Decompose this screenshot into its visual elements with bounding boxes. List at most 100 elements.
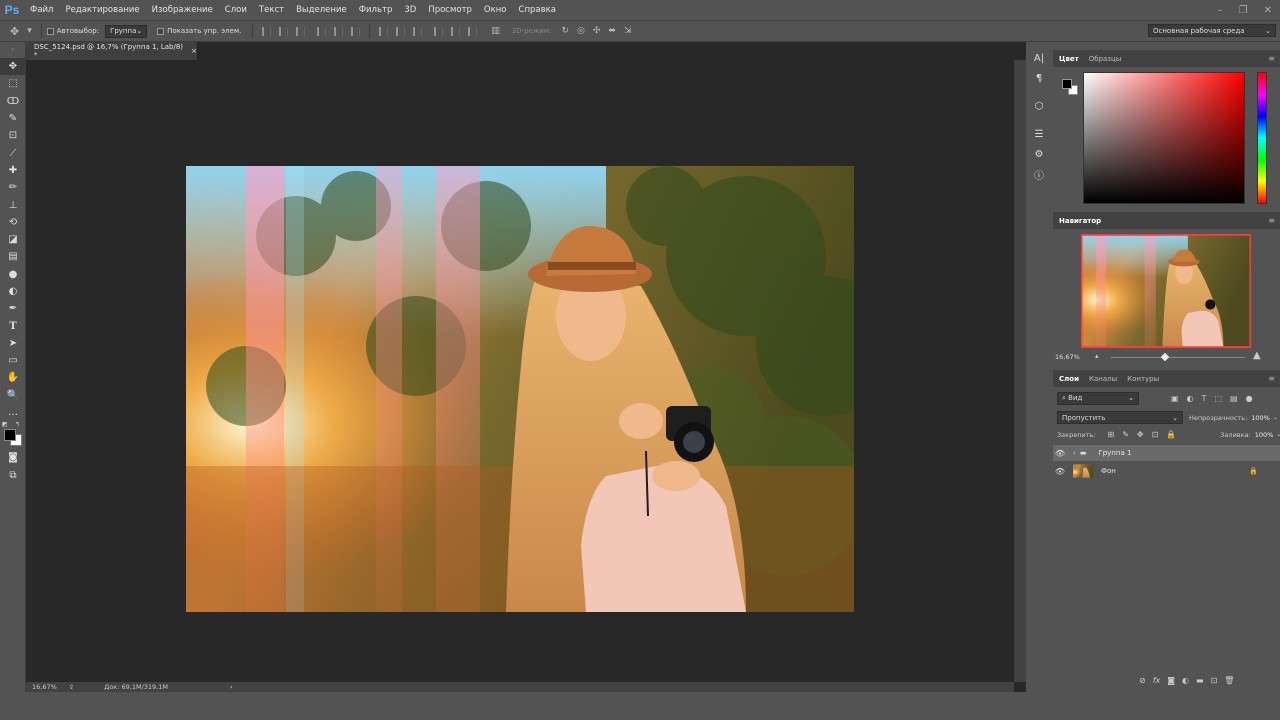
dodge-icon[interactable]: ◐ — [0, 283, 26, 300]
slide-3d-icon[interactable]: ⬌ — [608, 26, 616, 36]
tab-color[interactable]: Цвет — [1059, 55, 1079, 63]
zoom-slider-handle[interactable] — [1160, 352, 1169, 362]
minimize-button[interactable]: – — [1218, 5, 1223, 16]
color-picker-field[interactable] — [1083, 72, 1245, 204]
properties-panel-icon[interactable]: ⚙ — [1027, 144, 1051, 164]
blur-icon[interactable]: ● — [0, 266, 26, 283]
close-button[interactable]: ✕ — [1264, 5, 1272, 16]
scale-3d-icon[interactable]: ⇲ — [624, 26, 632, 36]
crop-icon[interactable]: ⊡ — [0, 127, 26, 144]
visibility-eye-icon[interactable]: 👁 — [1053, 467, 1067, 476]
add-mask-icon[interactable]: ◙ — [1167, 676, 1175, 685]
close-tab-button[interactable]: × — [191, 47, 197, 55]
3d-panel-icon[interactable]: ⬡ — [1027, 96, 1051, 116]
brush-icon[interactable]: ✏ — [0, 179, 26, 196]
menu-type[interactable]: Текст — [253, 0, 290, 20]
marquee-icon[interactable]: ⬚ — [0, 75, 26, 92]
document-photo[interactable] — [186, 166, 854, 612]
tab-paths[interactable]: Контуры — [1127, 375, 1159, 383]
fg-color-chip[interactable] — [1062, 79, 1072, 89]
screen-mode-icon[interactable]: ⧉ — [0, 467, 26, 484]
blend-mode-select[interactable]: Пропустить ⌄ — [1057, 411, 1183, 424]
path-select-icon[interactable]: ➤ — [0, 335, 26, 352]
tab-channels[interactable]: Каналы — [1089, 375, 1117, 383]
align-left-icon[interactable] — [317, 26, 327, 36]
menu-window[interactable]: Окно — [478, 0, 513, 20]
drag-3d-icon[interactable]: ✣ — [593, 26, 601, 36]
zoom-out-icon[interactable]: ▴ — [1095, 352, 1099, 360]
history-brush-icon[interactable]: ⟲ — [0, 214, 26, 231]
menu-image[interactable]: Изображение — [146, 0, 219, 20]
lock-transparency-icon[interactable]: ⊞ — [1107, 430, 1114, 439]
workspace-select[interactable]: Основная рабочая среда ⌄ — [1148, 24, 1276, 37]
autoselect-select[interactable]: Группа ⌄ — [105, 24, 148, 38]
align-right-icon[interactable] — [351, 26, 361, 36]
zoom-in-icon[interactable]: ▲ — [1253, 350, 1261, 361]
rectangle-icon[interactable]: ▭ — [0, 352, 26, 369]
move-tool-icon[interactable]: ✥ — [10, 25, 19, 38]
lasso-icon[interactable]: ↀ — [0, 93, 26, 110]
autoselect-option[interactable]: Автовыбор: — [46, 27, 99, 35]
navigator-thumbnail[interactable] — [1081, 234, 1251, 348]
gradient-icon[interactable]: ▤ — [0, 248, 26, 265]
navigator-zoom-value[interactable]: 16,67% — [1055, 353, 1080, 361]
menu-select[interactable]: Выделение — [290, 0, 353, 20]
panel-menu-icon[interactable]: ≡ — [1268, 374, 1275, 383]
lock-image-icon[interactable]: ✎ — [1122, 430, 1129, 439]
menu-view[interactable]: Просмотр — [422, 0, 478, 20]
navigator-zoom-slider[interactable] — [1111, 352, 1245, 362]
more-icon[interactable]: … — [0, 404, 26, 421]
filter-shape-icon[interactable]: ⬚ — [1214, 394, 1222, 403]
tool-preset-dropdown-icon[interactable]: ▾ — [27, 26, 32, 36]
distribute-left-icon[interactable] — [434, 26, 444, 36]
lock-all-icon[interactable]: 🔒 — [1166, 430, 1176, 439]
layer-row-group[interactable]: 👁 › ▬ Группа 1 — [1053, 445, 1280, 461]
visibility-eye-icon[interactable]: 👁 — [1053, 449, 1067, 458]
default-colors-icon[interactable]: ◩ — [2, 421, 8, 428]
roll-3d-icon[interactable]: ◎ — [577, 26, 585, 36]
opacity-value[interactable]: 100% — [1251, 414, 1270, 422]
new-layer-icon[interactable]: ⊡ — [1211, 676, 1218, 685]
panel-menu-icon[interactable]: ≡ — [1268, 54, 1275, 63]
layer-name[interactable]: Фон — [1101, 467, 1116, 475]
align-hcenter-icon[interactable] — [334, 26, 344, 36]
menu-layers[interactable]: Слои — [219, 0, 253, 20]
align-vcenter-icon[interactable] — [279, 26, 289, 36]
collapse-icon[interactable]: » — [0, 42, 25, 58]
layer-row-background[interactable]: 👁 Фон 🔒 — [1053, 461, 1280, 481]
chevron-down-icon[interactable]: ⌄ — [1276, 431, 1280, 438]
pen-icon[interactable]: ✒ — [0, 300, 26, 317]
eyedropper-icon[interactable]: ⟋ — [0, 144, 26, 161]
menu-file[interactable]: Файл — [24, 0, 59, 20]
vertical-scrollbar[interactable] — [1014, 60, 1026, 682]
new-group-icon[interactable]: ▬ — [1196, 676, 1204, 685]
zoom-icon[interactable]: 🔍 — [0, 387, 26, 404]
layer-style-icon[interactable]: fx — [1153, 676, 1161, 685]
panel-menu-icon[interactable]: ≡ — [1268, 216, 1275, 225]
lock-artboard-icon[interactable]: ⊡ — [1152, 430, 1159, 439]
filter-toggle-icon[interactable]: ● — [1246, 394, 1253, 403]
adjustments-panel-icon[interactable]: ☰ — [1027, 124, 1051, 144]
navigator-title[interactable]: Навигатор — [1059, 217, 1101, 225]
filter-pixel-icon[interactable]: ▣ — [1171, 394, 1179, 403]
layer-filter-select[interactable]: ⌕ Вид ⌄ — [1057, 391, 1139, 405]
menu-help[interactable]: Справка — [513, 0, 562, 20]
canvas-workspace[interactable] — [26, 60, 1014, 682]
autoselect-checkbox[interactable] — [46, 27, 54, 35]
healing-icon[interactable]: ✚ — [0, 162, 26, 179]
filter-type-icon[interactable]: T — [1202, 394, 1207, 403]
character-panel-icon[interactable]: A| — [1027, 48, 1051, 68]
chevron-down-icon[interactable]: ⌄ — [1273, 414, 1278, 421]
expand-arrow-icon[interactable]: › — [1073, 449, 1076, 457]
fill-value[interactable]: 100% — [1255, 431, 1274, 439]
auto-align-icon[interactable]: ▥ — [491, 26, 500, 36]
delete-layer-icon[interactable]: 🗑 — [1224, 676, 1234, 685]
link-layers-icon[interactable]: ⊘ — [1139, 676, 1146, 685]
filter-adjustment-icon[interactable]: ◐ — [1187, 394, 1194, 403]
align-bottom-icon[interactable] — [296, 26, 306, 36]
distribute-right-icon[interactable] — [468, 26, 478, 36]
type-icon[interactable]: T — [0, 317, 26, 334]
menu-edit[interactable]: Редактирование — [59, 0, 145, 20]
quick-select-icon[interactable]: ✎ — [0, 110, 26, 127]
quick-mask-icon[interactable]: ◙ — [0, 449, 26, 466]
